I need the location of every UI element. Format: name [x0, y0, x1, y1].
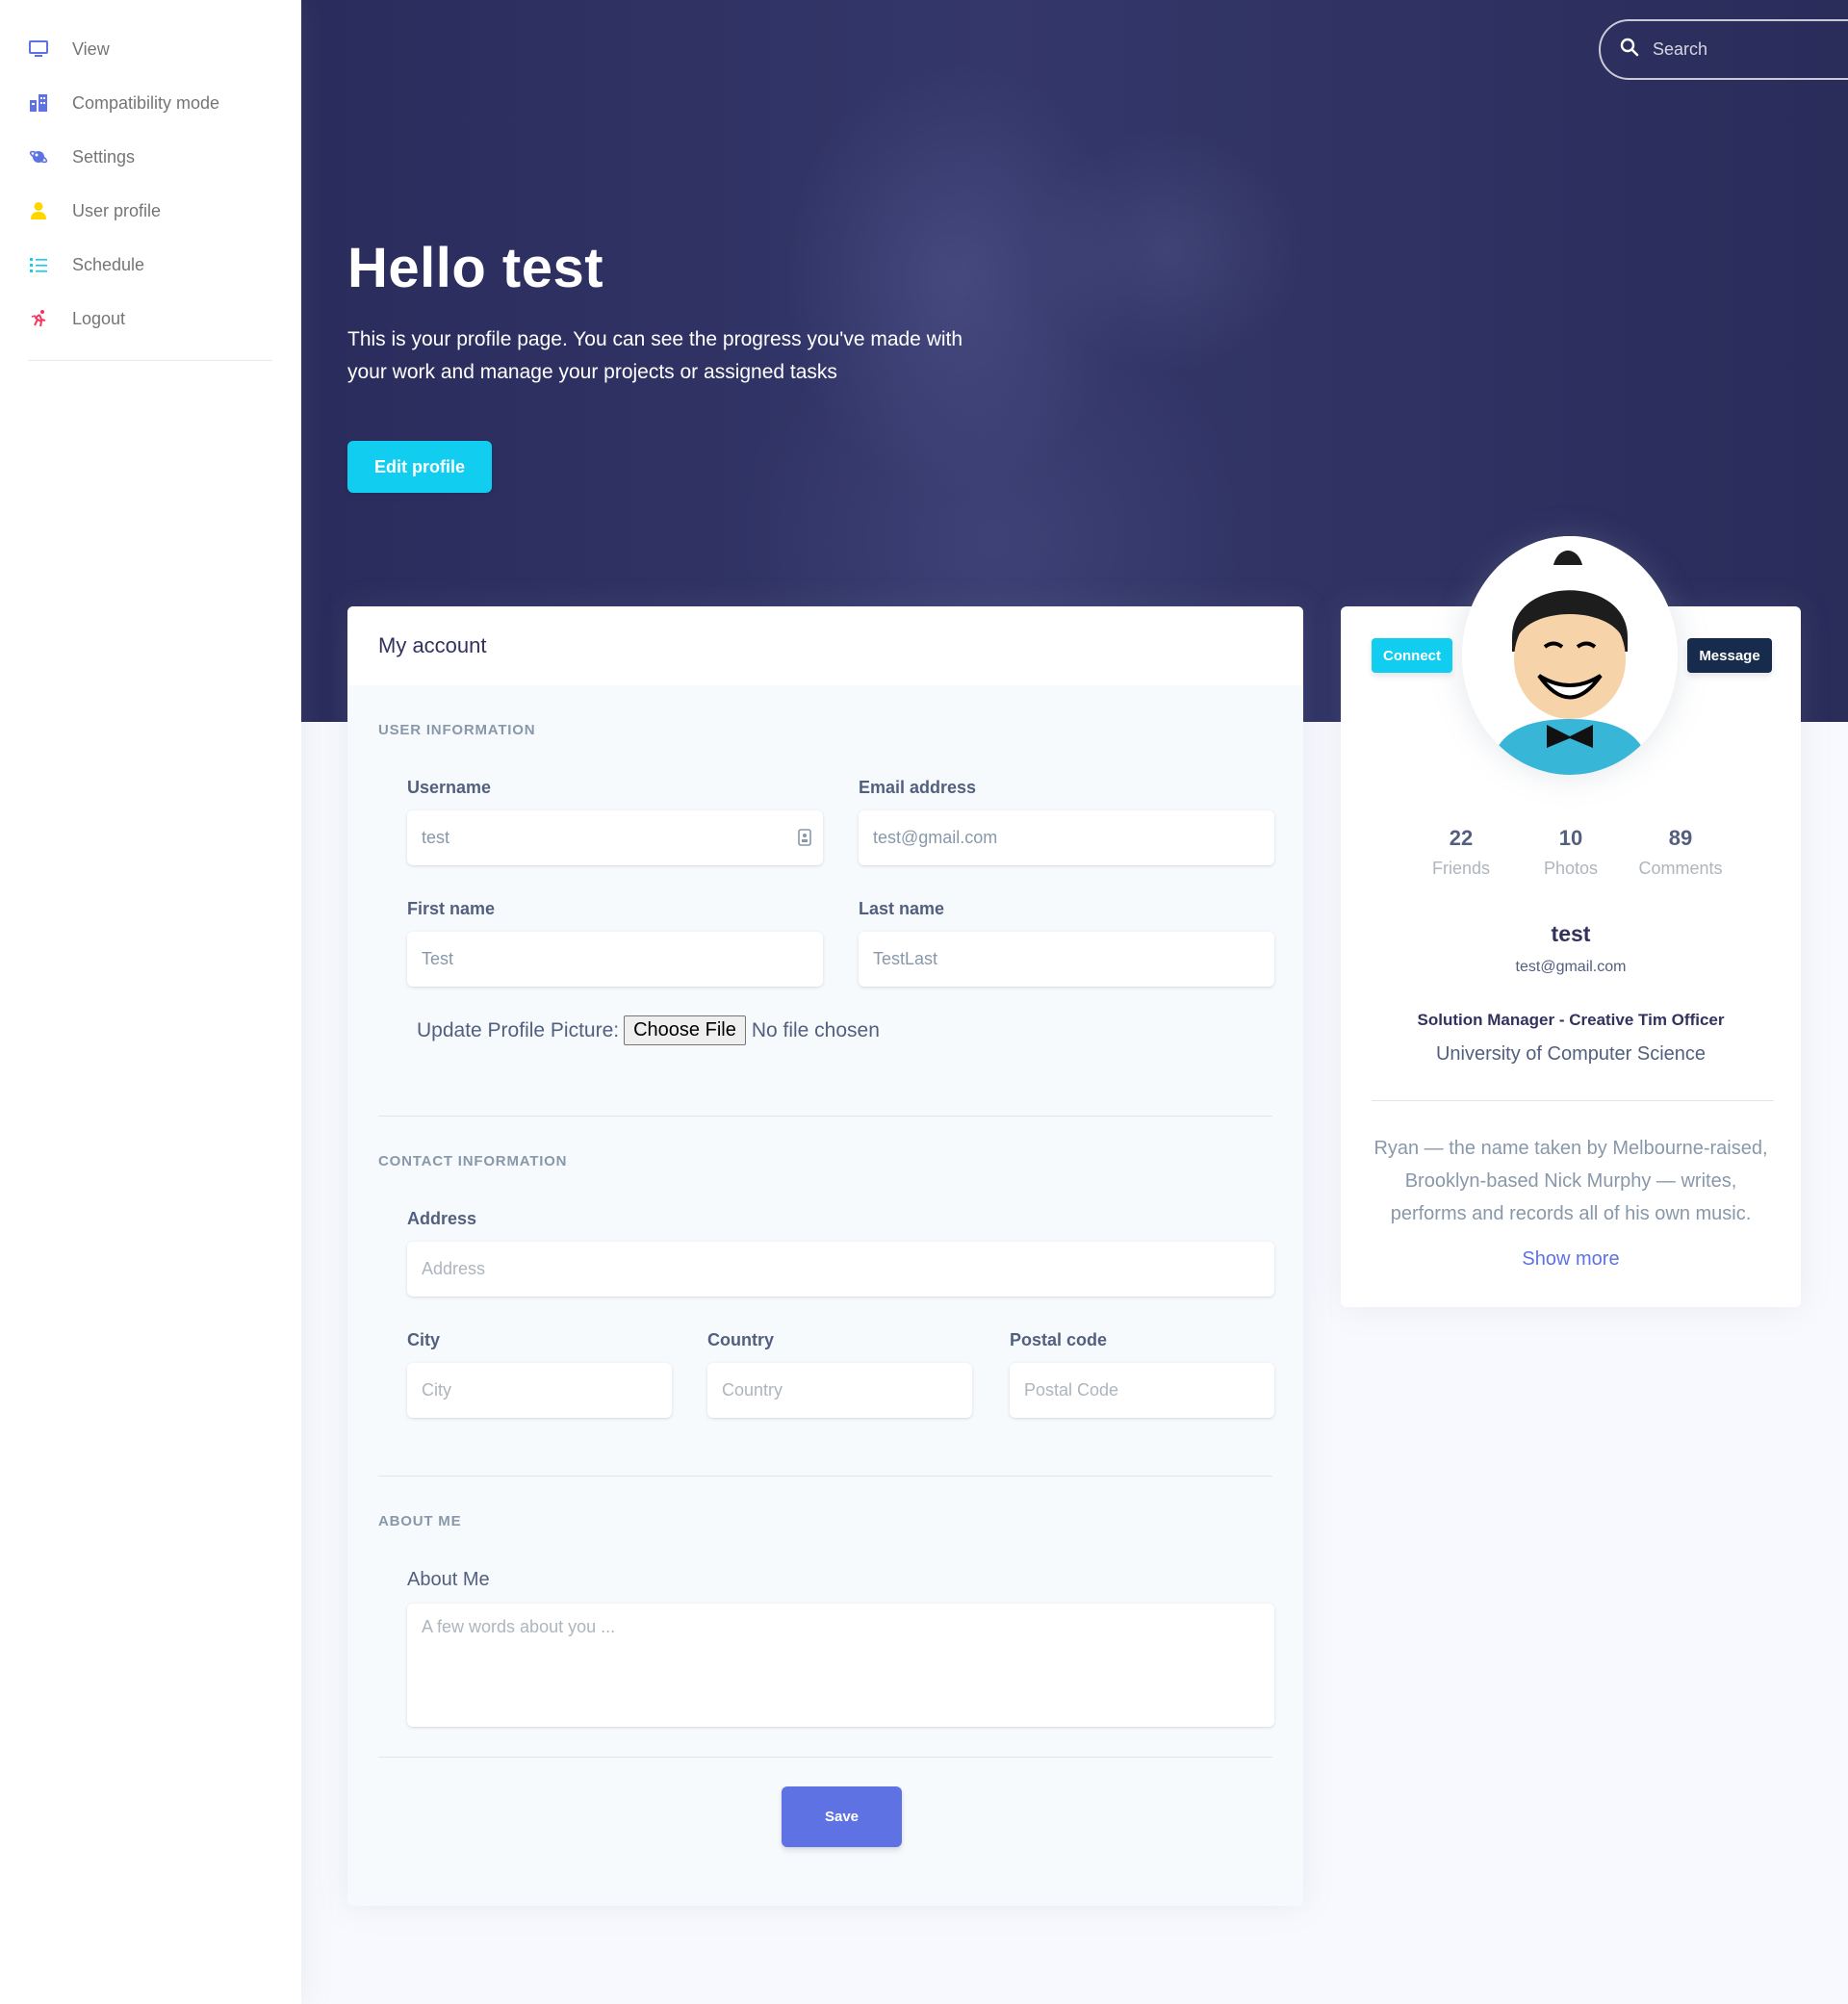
- postal-code-field[interactable]: [1010, 1363, 1274, 1418]
- last-name-field[interactable]: [859, 932, 1274, 987]
- sidebar-item-logout[interactable]: Logout: [0, 292, 301, 346]
- city-field[interactable]: [407, 1363, 672, 1418]
- user-icon: [28, 200, 49, 221]
- section-divider: [378, 1476, 1272, 1477]
- stat-comments: 89 Comments: [1626, 826, 1735, 879]
- sidebar-item-label: View: [72, 39, 110, 59]
- postal-code-input[interactable]: [1024, 1380, 1274, 1400]
- username-field[interactable]: [407, 810, 823, 865]
- last-name-input[interactable]: [873, 949, 1274, 969]
- page-title: Hello test: [347, 237, 604, 299]
- upload-label: Update Profile Picture:: [417, 1018, 620, 1041]
- postal-code-label: Postal code: [1010, 1330, 1108, 1349]
- hero-content: Hello test This is your profile page. Yo…: [347, 236, 963, 389]
- country-input[interactable]: [722, 1380, 972, 1400]
- sidebar-item-label: Logout: [72, 308, 126, 328]
- contact-information-heading: Contact information: [378, 1153, 568, 1169]
- first-name-field[interactable]: [407, 932, 823, 987]
- stat-label: Friends: [1431, 859, 1491, 878]
- show-more-link[interactable]: Show more: [1341, 1248, 1801, 1271]
- save-button[interactable]: Save: [782, 1786, 902, 1847]
- profile-card: Connect Message 22 Friends 10 Photos 89 …: [1341, 536, 1801, 1307]
- profile-stats: 22 Friends 10 Photos 89 Comments: [1341, 826, 1801, 879]
- username-input[interactable]: [422, 828, 823, 848]
- section-divider: [378, 1757, 1272, 1758]
- sidebar-item-settings[interactable]: Settings: [0, 130, 301, 184]
- sidebar: View Compatibility mode Settings User pr…: [0, 0, 301, 2004]
- stat-label: Photos: [1543, 859, 1599, 878]
- search-input[interactable]: [1653, 39, 1848, 60]
- profile-avatar: [1462, 536, 1678, 775]
- address-input[interactable]: [422, 1259, 1274, 1279]
- profile-bio: Ryan — the name taken by Melbourne-raise…: [1373, 1138, 1768, 1224]
- list-icon: [28, 254, 49, 275]
- message-button[interactable]: Message: [1687, 638, 1772, 673]
- sidebar-item-compatibility[interactable]: Compatibility mode: [0, 76, 301, 130]
- profile-divider: [1372, 1100, 1774, 1101]
- search-icon: [1620, 38, 1639, 62]
- account-title: My account: [378, 633, 487, 657]
- country-field[interactable]: [707, 1363, 972, 1418]
- stat-photos: 10 Photos: [1516, 826, 1626, 879]
- sidebar-item-label: User profile: [72, 200, 162, 220]
- contact-card-icon: [798, 829, 811, 851]
- sidebar-divider: [28, 360, 272, 361]
- profile-picture-upload: Update Profile Picture: Choose File No f…: [417, 1015, 880, 1045]
- monitor-icon: [28, 39, 49, 60]
- country-label: Country: [707, 1330, 774, 1349]
- user-information-heading: User information: [378, 722, 536, 738]
- sidebar-nav: View Compatibility mode Settings User pr…: [0, 0, 301, 346]
- edit-profile-button[interactable]: Edit profile: [347, 441, 492, 493]
- hero-description: This is your profile page. You can see t…: [347, 328, 963, 383]
- city-label: City: [407, 1330, 441, 1349]
- username-label: Username: [407, 778, 492, 797]
- email-field[interactable]: [859, 810, 1274, 865]
- stat-value: 89: [1668, 826, 1693, 850]
- address-label: Address: [407, 1209, 477, 1228]
- search-bar[interactable]: [1599, 19, 1848, 80]
- sidebar-item-view[interactable]: View: [0, 22, 301, 76]
- sidebar-item-user-profile[interactable]: User profile: [0, 184, 301, 238]
- last-name-label: Last name: [859, 899, 945, 918]
- profile-university: University of Computer Science: [1435, 1043, 1707, 1065]
- about-me-textarea[interactable]: [422, 1617, 1274, 1713]
- city-input[interactable]: [422, 1380, 672, 1400]
- first-name-label: First name: [407, 899, 496, 918]
- connect-button[interactable]: Connect: [1372, 638, 1452, 673]
- no-file-text: No file chosen: [751, 1018, 880, 1041]
- about-me-label: About Me: [407, 1569, 490, 1590]
- account-card-header: My account: [347, 606, 1303, 685]
- choose-file-button[interactable]: Choose File: [624, 1015, 746, 1045]
- sidebar-item-label: Schedule: [72, 254, 145, 274]
- sidebar-item-label: Settings: [72, 146, 136, 167]
- planet-icon: [28, 146, 49, 167]
- about-me-field[interactable]: [407, 1604, 1274, 1727]
- building-icon: [28, 92, 49, 114]
- profile-email: test@gmail.com: [1515, 959, 1627, 975]
- my-account-card: My account User information Username Ema…: [347, 606, 1303, 1906]
- profile-job-title: Solution Manager - Creative Tim Officer: [1417, 1011, 1725, 1029]
- stat-value: 22: [1449, 826, 1474, 850]
- sidebar-item-schedule[interactable]: Schedule: [0, 238, 301, 292]
- running-icon: [28, 308, 49, 329]
- email-label: Email address: [859, 778, 977, 797]
- profile-name: test: [1551, 921, 1591, 946]
- stat-friends: 22 Friends: [1406, 826, 1516, 879]
- first-name-input[interactable]: [422, 949, 823, 969]
- section-divider: [378, 1116, 1272, 1117]
- stat-label: Comments: [1638, 859, 1723, 878]
- about-me-heading: About me: [378, 1513, 462, 1529]
- email-input[interactable]: [873, 828, 1274, 848]
- address-field[interactable]: [407, 1242, 1274, 1297]
- sidebar-item-label: Compatibility mode: [72, 92, 220, 113]
- stat-value: 10: [1558, 826, 1583, 850]
